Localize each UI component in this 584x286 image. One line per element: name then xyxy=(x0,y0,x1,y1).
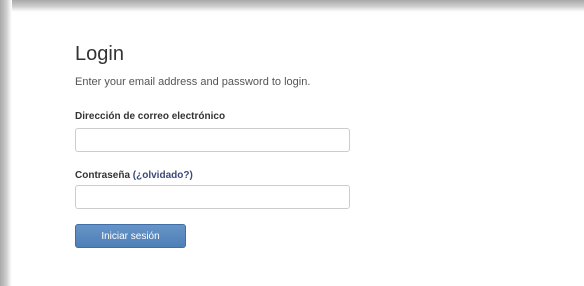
email-label: Dirección de correo electrónico xyxy=(75,111,226,122)
password-label-row: Contraseña (¿olvidado?) xyxy=(75,169,193,182)
forgot-password-link[interactable]: (¿olvidado?) xyxy=(133,170,193,181)
window-shadow-left xyxy=(0,0,12,286)
login-button[interactable]: Iniciar sesión xyxy=(75,224,186,248)
page-title: Login xyxy=(75,43,124,65)
login-instructions: Enter your email address and password to… xyxy=(75,76,311,88)
password-field[interactable] xyxy=(75,185,350,209)
window-shadow-top xyxy=(0,0,584,12)
email-field[interactable] xyxy=(75,128,350,152)
password-label: Contraseña xyxy=(75,170,133,181)
screenshot-frame: Login Enter your email address and passw… xyxy=(0,0,584,286)
login-panel: Login Enter your email address and passw… xyxy=(12,12,584,286)
